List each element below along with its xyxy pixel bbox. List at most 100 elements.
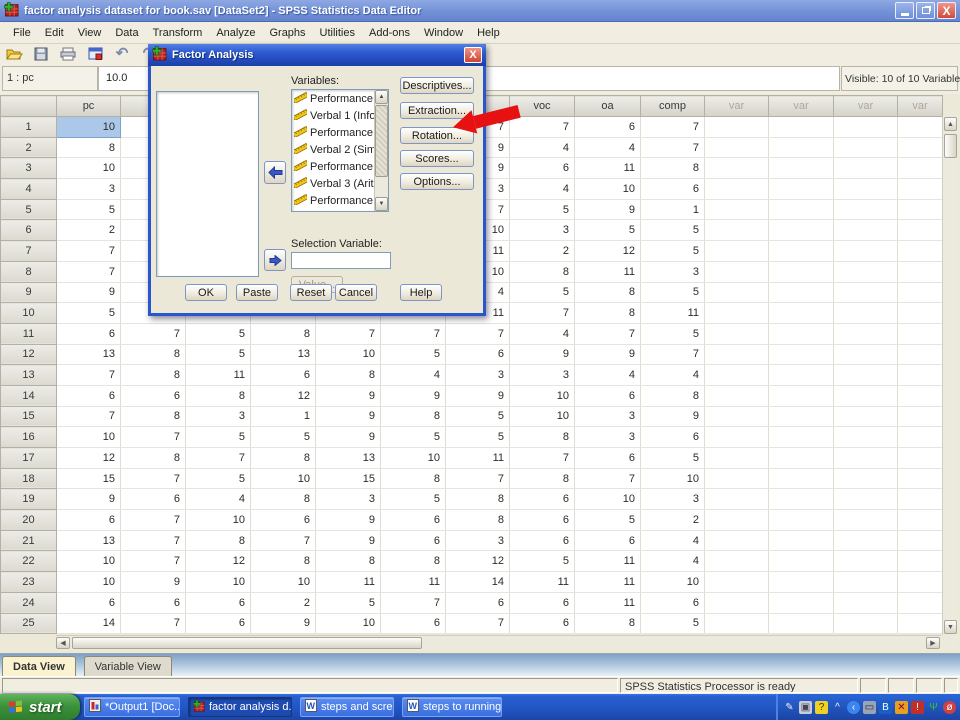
grid-cell[interactable]: 9 <box>251 613 316 634</box>
variable-list-item[interactable]: Performance 4... <box>292 192 374 209</box>
tab-variable-view[interactable]: Variable View <box>84 656 172 677</box>
grid-cell[interactable] <box>834 241 898 262</box>
grid-cell[interactable] <box>834 344 898 365</box>
variable-list-item[interactable]: Verbal 2 (Simil... <box>292 141 374 158</box>
grid-cell[interactable] <box>898 158 943 179</box>
grid-cell[interactable]: 5 <box>186 468 251 489</box>
grid-cell[interactable]: 10 <box>641 468 705 489</box>
grid-cell[interactable]: 7 <box>57 261 121 282</box>
grid-cell[interactable]: 10 <box>510 385 575 406</box>
grid-cell[interactable]: 10 <box>316 613 381 634</box>
grid-cell[interactable]: 5 <box>57 199 121 220</box>
grid-cell[interactable]: 4 <box>641 530 705 551</box>
security-icon[interactable]: ! <box>911 701 924 714</box>
grid-cell[interactable]: 6 <box>251 365 316 386</box>
column-header-var[interactable]: var <box>769 96 834 117</box>
grid-cell[interactable] <box>769 530 834 551</box>
grid-cell[interactable] <box>834 551 898 572</box>
grid-cell[interactable]: 10 <box>186 572 251 593</box>
vertical-scrollbar[interactable]: ▲ ▼ <box>942 116 958 635</box>
grid-cell[interactable] <box>834 385 898 406</box>
row-header[interactable]: 8 <box>1 261 57 282</box>
grid-cell[interactable]: 11 <box>510 572 575 593</box>
grid-cell[interactable]: 5 <box>316 592 381 613</box>
grid-cell[interactable]: 4 <box>510 179 575 200</box>
grid-cell[interactable]: 6 <box>57 385 121 406</box>
variable-list-item[interactable]: Performance 2... <box>292 124 374 141</box>
grid-cell[interactable] <box>898 261 943 282</box>
grid-cell[interactable]: 5 <box>446 427 510 448</box>
menu-file[interactable]: File <box>6 24 38 42</box>
grid-cell[interactable]: 7 <box>57 241 121 262</box>
row-header[interactable]: 25 <box>1 613 57 634</box>
grid-cell[interactable]: 8 <box>381 406 446 427</box>
grid-cell[interactable] <box>898 489 943 510</box>
grid-cell[interactable]: 3 <box>446 365 510 386</box>
grid-cell[interactable]: 3 <box>575 406 641 427</box>
grid-cell[interactable] <box>769 427 834 448</box>
grid-cell[interactable]: 6 <box>575 448 641 469</box>
open-icon[interactable] <box>5 46 23 62</box>
grid-cell[interactable]: 3 <box>186 406 251 427</box>
grid-cell[interactable]: 5 <box>446 406 510 427</box>
grid-cell[interactable]: 6 <box>381 613 446 634</box>
grid-cell[interactable]: 7 <box>381 592 446 613</box>
grid-cell[interactable]: 7 <box>641 344 705 365</box>
grid-cell[interactable]: 9 <box>575 344 641 365</box>
grid-cell[interactable]: 3 <box>446 530 510 551</box>
variables-listbox[interactable]: Performance 1...Verbal 1 (Infor...Perfor… <box>291 89 389 212</box>
grid-cell[interactable]: 10 <box>57 427 121 448</box>
chevron-up-icon[interactable]: ^ <box>831 701 844 714</box>
grid-cell[interactable] <box>898 117 943 138</box>
grid-cell[interactable] <box>705 158 769 179</box>
grid-cell[interactable]: 9 <box>381 385 446 406</box>
row-header[interactable]: 17 <box>1 448 57 469</box>
grid-cell[interactable] <box>898 468 943 489</box>
grid-cell[interactable]: 6 <box>186 613 251 634</box>
grid-cell[interactable] <box>769 137 834 158</box>
grid-cell[interactable]: 13 <box>316 448 381 469</box>
grid-cell[interactable]: 1 <box>641 199 705 220</box>
recall-dialogs-icon[interactable] <box>86 46 104 62</box>
grid-cell[interactable]: 10 <box>251 468 316 489</box>
grid-cell[interactable] <box>769 468 834 489</box>
grid-cell[interactable] <box>898 530 943 551</box>
row-header[interactable]: 23 <box>1 572 57 593</box>
grid-cell[interactable]: 15 <box>57 468 121 489</box>
row-header[interactable]: 9 <box>1 282 57 303</box>
grid-corner-header[interactable] <box>1 96 57 117</box>
grid-cell[interactable] <box>705 468 769 489</box>
row-header[interactable]: 21 <box>1 530 57 551</box>
grid-cell[interactable]: 7 <box>251 530 316 551</box>
row-header[interactable]: 2 <box>1 137 57 158</box>
grid-cell[interactable]: 2 <box>641 510 705 531</box>
menu-help[interactable]: Help <box>470 24 507 42</box>
row-header[interactable]: 11 <box>1 323 57 344</box>
vertical-scroll-thumb[interactable] <box>944 134 957 158</box>
grid-cell[interactable]: 9 <box>575 199 641 220</box>
menu-transform[interactable]: Transform <box>146 24 210 42</box>
grid-cell[interactable] <box>769 572 834 593</box>
grid-cell[interactable] <box>834 199 898 220</box>
grid-cell[interactable] <box>705 344 769 365</box>
grid-cell[interactable]: 8 <box>121 406 186 427</box>
row-header[interactable]: 20 <box>1 510 57 531</box>
print-icon[interactable] <box>59 46 77 62</box>
display-icon[interactable]: ▭ <box>863 701 876 714</box>
grid-cell[interactable]: 7 <box>121 510 186 531</box>
grid-cell[interactable]: 6 <box>251 510 316 531</box>
grid-cell[interactable]: 6 <box>57 323 121 344</box>
grid-cell[interactable]: 6 <box>57 510 121 531</box>
grid-cell[interactable] <box>834 448 898 469</box>
grid-cell[interactable]: 6 <box>575 117 641 138</box>
grid-cell[interactable]: 6 <box>446 592 510 613</box>
grid-cell[interactable] <box>769 406 834 427</box>
grid-cell[interactable]: 8 <box>251 323 316 344</box>
grid-cell[interactable] <box>898 406 943 427</box>
row-header[interactable]: 12 <box>1 344 57 365</box>
grid-cell[interactable] <box>769 220 834 241</box>
grid-cell[interactable] <box>705 220 769 241</box>
grid-cell[interactable]: 8 <box>381 468 446 489</box>
column-header-var[interactable]: var <box>898 96 943 117</box>
grid-cell[interactable]: 10 <box>57 551 121 572</box>
